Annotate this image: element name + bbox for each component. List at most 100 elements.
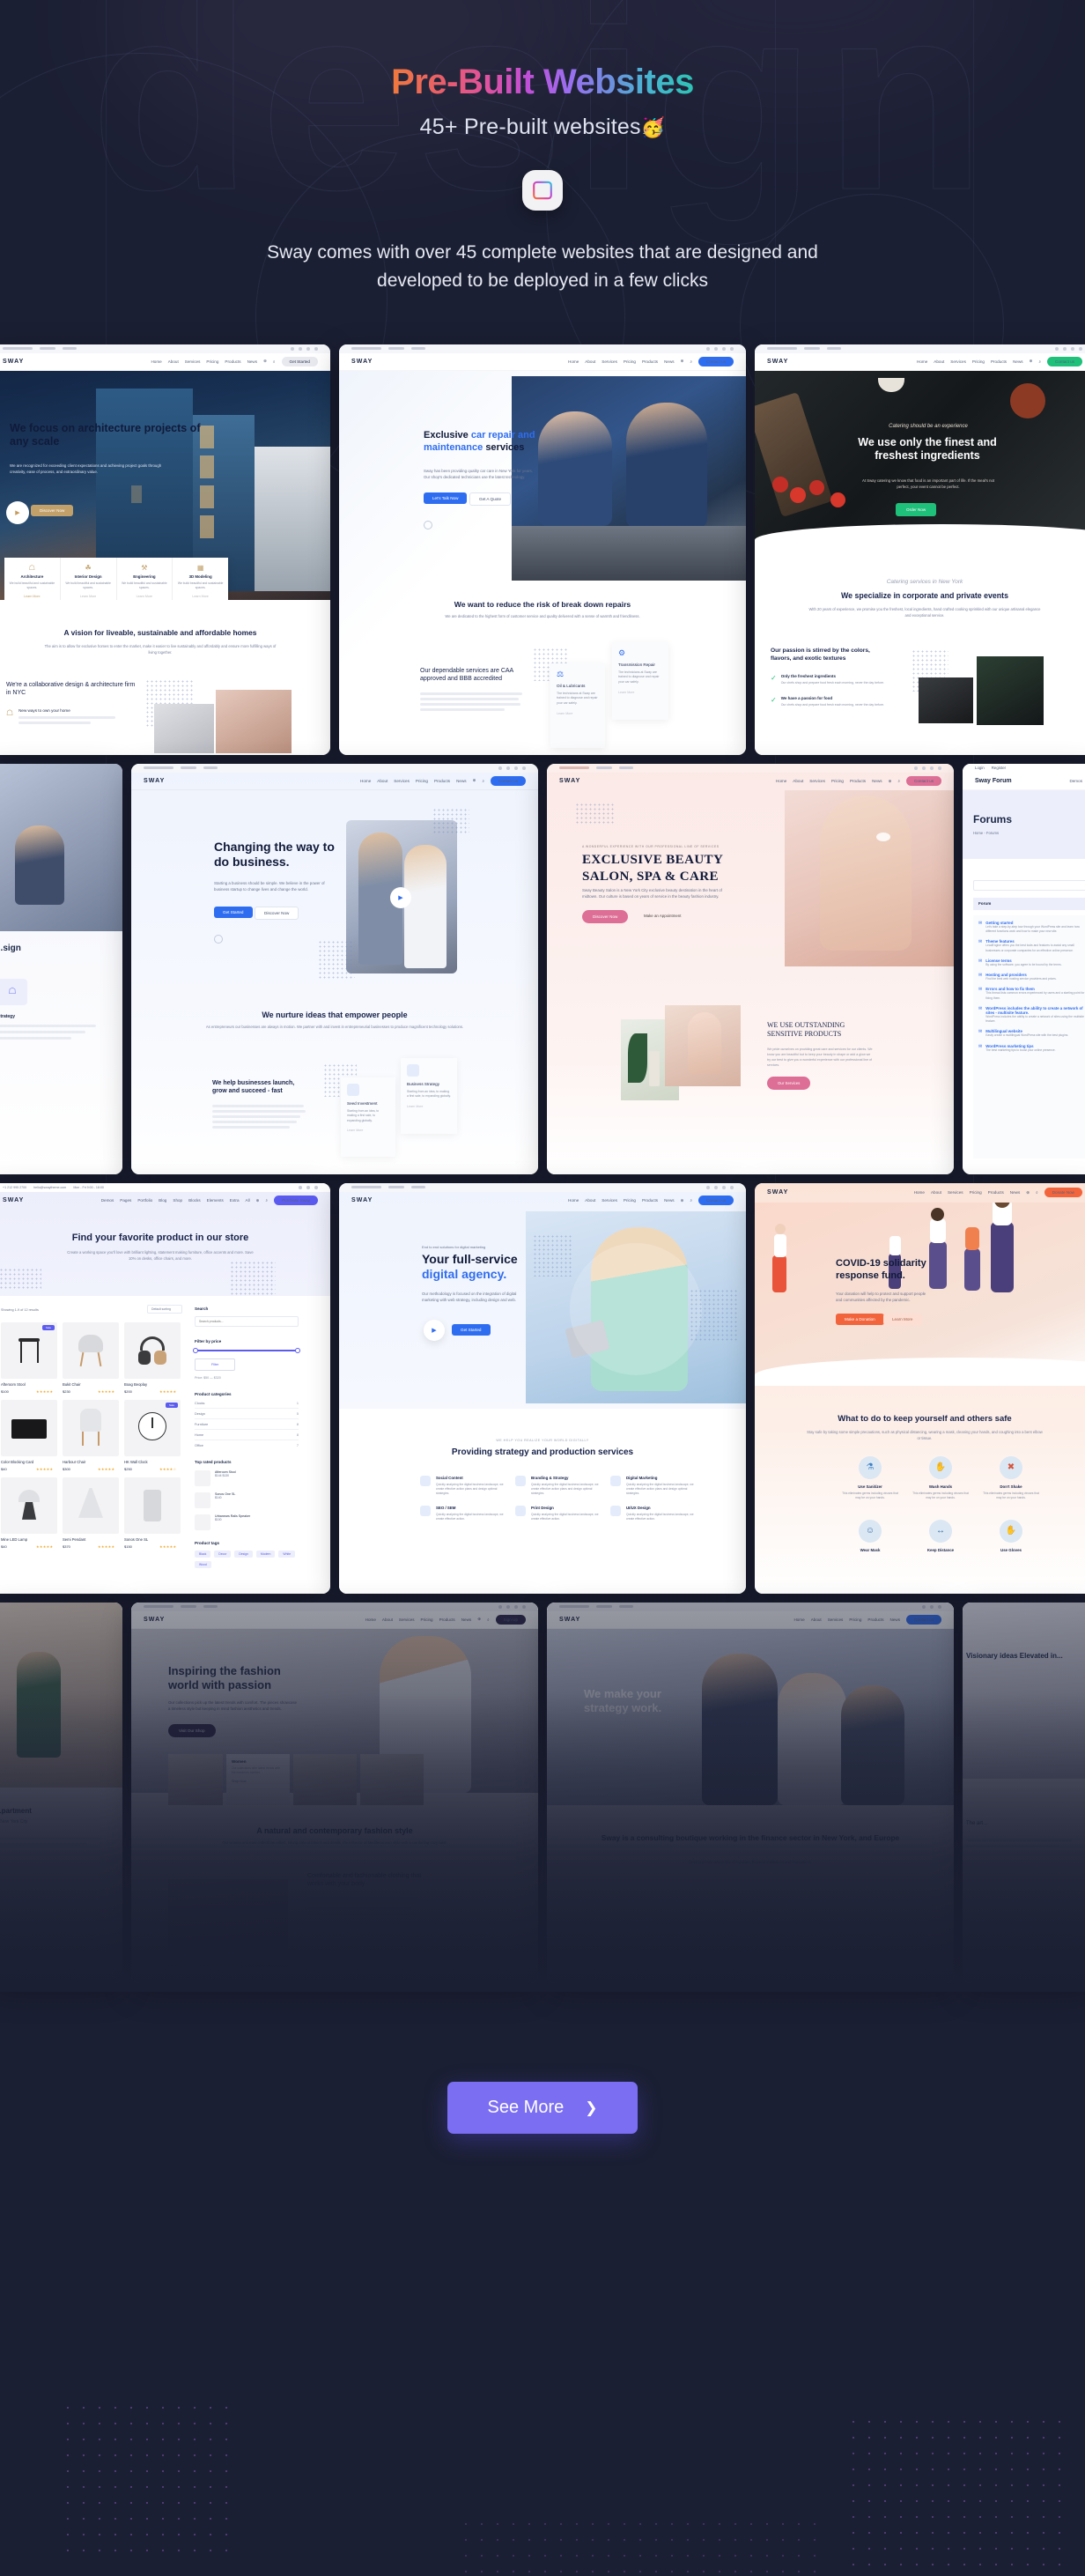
thread-title[interactable]: WordPress includes the ability to create… [985, 1006, 1085, 1015]
nav-link[interactable]: News [1010, 1190, 1021, 1195]
cart-icon[interactable]: ⊕ [473, 778, 476, 783]
cart-icon[interactable]: ⊕ [263, 359, 267, 364]
category-name[interactable]: Office [195, 1444, 203, 1447]
get-quote-button[interactable]: Get A Quote [469, 492, 511, 506]
nav-link[interactable]: Services [399, 1617, 415, 1622]
product-name[interactable]: Bukit Chair [63, 1382, 80, 1387]
product-image[interactable] [63, 1322, 119, 1379]
beauty-salon-website-thumbnail[interactable]: SWAY Home About Services Pricing Product… [547, 764, 954, 1174]
nav-link[interactable]: Demos [101, 1198, 114, 1203]
fashion-website-thumbnail[interactable]: SWAY Home About Services Pricing Product… [131, 1603, 538, 1983]
nav-link[interactable]: Blocks [188, 1198, 201, 1203]
nav-link[interactable]: Products [850, 779, 866, 783]
nav-link[interactable]: Services [809, 779, 825, 783]
site-cta-button[interactable]: Purchase Sway [274, 1195, 318, 1205]
play-button[interactable]: ▶ [424, 1320, 445, 1341]
product-image[interactable]: Sale [124, 1400, 181, 1456]
category-name[interactable]: Home [195, 1433, 203, 1437]
nav-link[interactable]: News [456, 779, 467, 783]
nav-link[interactable]: About [931, 1190, 941, 1195]
photo-tile[interactable] [360, 1754, 424, 1805]
feature-link[interactable]: Learn More [9, 595, 55, 598]
digital-agency-website-thumbnail[interactable]: SWAY Home About Services Pricing Product… [339, 1183, 746, 1594]
site-cta-button[interactable]: Get Started [282, 357, 319, 366]
category-name[interactable]: Design [195, 1412, 205, 1416]
cart-icon[interactable]: ⊕ [889, 779, 892, 784]
nav-link[interactable]: About [377, 779, 388, 783]
learn-more-button[interactable]: Learn More [883, 1314, 922, 1325]
nav-link[interactable]: News [1013, 359, 1023, 364]
discover-now-button[interactable]: Discover Now [582, 910, 628, 923]
register-link[interactable]: Register [992, 766, 1006, 770]
nav-link[interactable]: Products [988, 1190, 1004, 1195]
painting-service-website-thumbnail[interactable]: ...partment in New York City [0, 1603, 122, 1983]
nav-link[interactable]: News [890, 1617, 901, 1622]
search-icon[interactable]: ⌕ [1036, 1190, 1038, 1195]
product-image[interactable] [124, 1322, 181, 1379]
product-name[interactable]: Semi Pendant [63, 1537, 85, 1542]
business-website-thumbnail[interactable]: SWAY Home About Services Pricing Product… [131, 764, 538, 1174]
nav-link[interactable]: Pricing [206, 359, 218, 364]
nav-link[interactable]: Extra [230, 1198, 240, 1203]
product-name[interactable]: Mine LED Lamp [1, 1537, 27, 1542]
feature-link[interactable]: Learn More [65, 595, 112, 598]
product-tag[interactable]: White [278, 1551, 295, 1558]
lets-talk-button[interactable]: Let's Talk Now [424, 492, 467, 504]
personal-website-thumbnail[interactable]: ...sign ☖ Strategy [0, 764, 122, 1174]
product-tag[interactable]: Modern [256, 1551, 276, 1558]
product-name[interactable]: Boag Beoplay [124, 1382, 147, 1387]
search-icon[interactable]: ⌕ [482, 779, 484, 783]
nav-link[interactable]: Products [991, 359, 1007, 364]
visionary-website-thumbnail[interactable]: Visionary ideas Elevated in... The art..… [963, 1603, 1085, 1983]
service-link[interactable]: Learn More [618, 691, 662, 694]
nav-link[interactable]: Shop [173, 1198, 182, 1203]
product-image[interactable] [63, 1477, 119, 1534]
nav-link[interactable]: Elements [207, 1198, 224, 1203]
search-icon[interactable]: ⌕ [897, 779, 900, 783]
nav-link[interactable]: Services [828, 1617, 844, 1622]
play-button[interactable]: ▶ [6, 501, 29, 524]
nav-link[interactable]: Products [225, 359, 240, 364]
donate-button[interactable]: Make a Donation [836, 1314, 884, 1325]
site-cta-button[interactable]: Contact us [1047, 357, 1082, 366]
site-cta-button[interactable]: Sign Up [496, 1615, 526, 1625]
nav-link[interactable]: Services [950, 359, 966, 364]
nav-link[interactable]: Blog [159, 1198, 166, 1203]
cart-icon[interactable]: ⊕ [256, 1198, 260, 1203]
nav-link[interactable]: Demos [1069, 779, 1082, 783]
product-tag[interactable]: Decor [214, 1551, 231, 1558]
see-more-button[interactable]: See More ❯ [447, 2082, 638, 2134]
car-repair-website-thumbnail[interactable]: SWAY Home About Services Pricing Product… [339, 344, 746, 755]
nav-link[interactable]: About [934, 359, 944, 364]
nav-link[interactable]: Services [602, 359, 617, 364]
product-name[interactable]: HK Wall Clock [124, 1460, 148, 1464]
nav-link[interactable]: About [585, 1198, 595, 1203]
login-link[interactable]: Login [975, 766, 985, 770]
nav-link[interactable]: Pricing [421, 1617, 433, 1622]
our-services-button[interactable]: Our Services [767, 1077, 810, 1090]
product-tag[interactable]: Black [195, 1551, 210, 1558]
nav-link[interactable]: News [461, 1617, 472, 1622]
search-icon[interactable]: ⌕ [690, 1198, 692, 1203]
search-box[interactable] [973, 880, 1085, 891]
nav-link[interactable]: Pricing [831, 779, 844, 783]
nav-link[interactable]: Portfolio [137, 1198, 152, 1203]
play-button[interactable]: ▶ [390, 887, 411, 908]
nav-link[interactable]: Home [568, 1198, 579, 1203]
nav-link[interactable]: About [811, 1617, 822, 1622]
site-cta-button[interactable]: Donate Now [1044, 1188, 1082, 1197]
get-started-button[interactable]: Get Started [214, 907, 253, 918]
nav-link[interactable]: Pages [120, 1198, 131, 1203]
product-image[interactable] [1, 1477, 57, 1534]
site-cta-button[interactable]: Contact us [698, 1195, 734, 1205]
nav-link[interactable]: Home [917, 359, 927, 364]
service-link[interactable]: Learn More [407, 1105, 451, 1108]
nav-link[interactable]: Services [602, 1198, 617, 1203]
feature-link[interactable]: Learn More [122, 595, 168, 598]
filter-button[interactable]: Filter [195, 1358, 235, 1371]
product-tag[interactable]: Wood [195, 1561, 211, 1568]
sorting-select[interactable]: Default sorting [147, 1305, 182, 1314]
site-cta-button[interactable]: Contact us [491, 776, 526, 786]
nav-link[interactable]: Pricing [972, 359, 985, 364]
nav-link[interactable]: Products [642, 1198, 658, 1203]
